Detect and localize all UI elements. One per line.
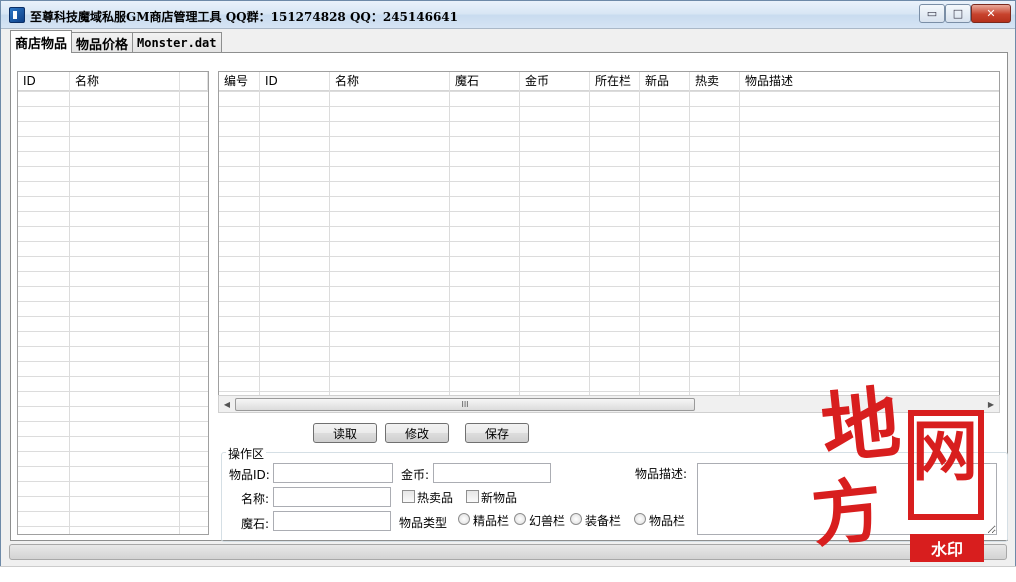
column-header-name[interactable]: 名称 [70,72,180,91]
new-item-label[interactable]: 新物品 [481,489,517,506]
scroll-thumb[interactable]: III [235,398,695,411]
left-list-rows[interactable] [18,91,208,534]
radio-equipment-slot-label[interactable]: 装备栏 [585,512,621,529]
app-icon [9,7,25,23]
shop-grid-header: 编号 ID 名称 魔石 金币 所在栏 新品 热卖 物品描述 [219,72,999,91]
shop-grid-rows[interactable] [219,91,999,395]
gold-input[interactable] [433,463,551,483]
gold-label: 金币: [401,468,430,482]
column-header-number[interactable]: 编号 [219,72,260,91]
column-header-description[interactable]: 物品描述 [740,72,999,91]
tab-item-prices[interactable]: 物品价格 [71,32,134,53]
left-list-header: ID 名称 [18,72,208,91]
column-header-slot[interactable]: 所在栏 [590,72,640,91]
minimize-button[interactable]: ▭ [919,4,945,23]
radio-item-slot[interactable] [634,513,646,525]
column-header-name[interactable]: 名称 [330,72,450,91]
window-title: 至尊科技魔域私服GM商店管理工具 QQ群：151274828 QQ：245146… [30,10,458,24]
tab-strip: 商店物品 物品价格 Monster.dat [10,30,222,53]
shop-items-grid[interactable]: 编号 ID 名称 魔石 金币 所在栏 新品 热卖 物品描述 [218,71,1000,396]
tab-monster-dat[interactable]: Monster.dat [132,32,222,53]
tab-shop-items[interactable]: 商店物品 [10,30,73,53]
name-input[interactable] [273,487,391,507]
item-id-label: 物品ID: [229,468,270,482]
column-header-gold[interactable]: 金币 [520,72,590,91]
background-strip [0,566,1016,582]
item-type-label: 物品类型 [399,516,448,530]
new-item-checkbox[interactable] [466,490,479,503]
status-bar [9,544,1007,560]
radio-item-slot-label[interactable]: 物品栏 [649,512,685,529]
column-header-id[interactable]: ID [260,72,330,91]
horizontal-scrollbar[interactable]: ◀ III ▶ [218,395,1000,413]
maximize-button[interactable]: □ [945,4,971,23]
hot-item-label[interactable]: 热卖品 [417,489,453,506]
description-label: 物品描述: [635,467,688,481]
column-header-magic-stone[interactable]: 魔石 [450,72,520,91]
column-header-id[interactable]: ID [18,72,70,91]
radio-premium-slot[interactable] [458,513,470,525]
column-header-hot[interactable]: 热卖 [690,72,740,91]
radio-pet-slot[interactable] [514,513,526,525]
close-button[interactable]: ✕ [971,4,1011,23]
modify-button[interactable]: 修改 [385,423,449,443]
scroll-left-arrow-icon[interactable]: ◀ [220,398,234,411]
save-button[interactable]: 保存 [465,423,529,443]
scroll-right-arrow-icon[interactable]: ▶ [984,398,998,411]
radio-pet-slot-label[interactable]: 幻兽栏 [529,512,565,529]
magic-stone-label: 魔石: [241,517,270,531]
radio-premium-slot-label[interactable]: 精品栏 [473,512,509,529]
name-label: 名称: [241,492,270,506]
title-bar[interactable]: 至尊科技魔域私服GM商店管理工具 QQ群：151274828 QQ：245146… [1,1,1015,29]
read-button[interactable]: 读取 [313,423,377,443]
radio-equipment-slot[interactable] [570,513,582,525]
operation-area-legend: 操作区 [226,445,267,462]
column-header-extra[interactable] [180,72,208,91]
hot-item-checkbox[interactable] [402,490,415,503]
description-textarea[interactable] [697,463,997,535]
magic-stone-input[interactable] [273,511,391,531]
column-header-new[interactable]: 新品 [640,72,690,91]
item-id-input[interactable] [273,463,393,483]
app-window: 至尊科技魔域私服GM商店管理工具 QQ群：151274828 QQ：245146… [0,0,1016,582]
left-item-list[interactable]: ID 名称 [17,71,209,535]
